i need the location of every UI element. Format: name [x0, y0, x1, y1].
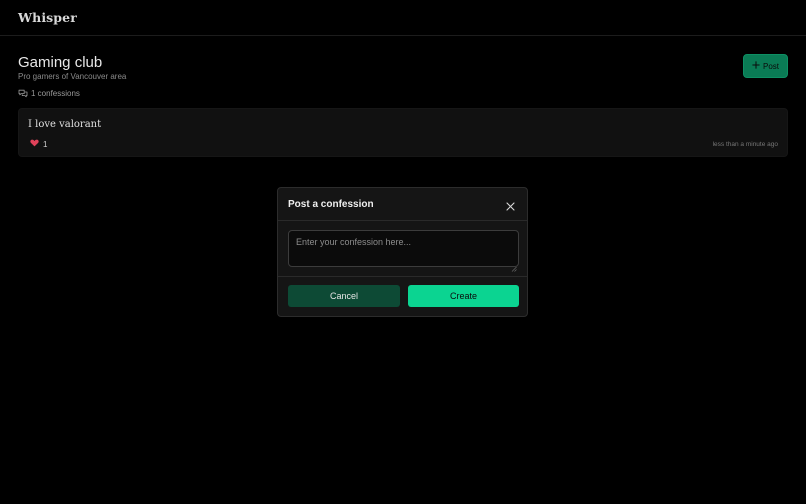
- post-button[interactable]: Post: [743, 54, 788, 78]
- close-icon[interactable]: [505, 199, 516, 211]
- like-count: 1: [43, 139, 48, 149]
- heart-icon: [30, 139, 39, 149]
- dialog-divider: [278, 276, 527, 277]
- page-title: Gaming club: [18, 54, 103, 71]
- like-button[interactable]: 1: [30, 139, 47, 149]
- app-brand[interactable]: Whisper: [18, 10, 77, 25]
- dialog-header: Post a confession: [278, 188, 527, 221]
- confession-count: 1 confessions: [18, 88, 80, 98]
- page-subtitle: Pro gamers of Vancouver area: [18, 72, 127, 81]
- plus-icon: [752, 61, 760, 71]
- confession-card: I love valorant 1 less than a minute ago: [18, 108, 788, 157]
- dialog-title: Post a confession: [288, 199, 374, 210]
- top-navbar: Whisper: [0, 0, 806, 36]
- confession-input[interactable]: [288, 230, 519, 267]
- confession-text: I love valorant: [28, 119, 102, 130]
- post-button-label: Post: [762, 61, 779, 71]
- cancel-button[interactable]: Cancel: [288, 285, 400, 307]
- post-confession-dialog: Post a confession Cancel Create: [277, 187, 528, 317]
- create-button[interactable]: Create: [408, 285, 519, 307]
- resize-handle-icon[interactable]: [511, 259, 517, 272]
- confession-timestamp: less than a minute ago: [712, 141, 778, 148]
- comments-icon: [18, 89, 28, 98]
- confession-count-label: 1 confessions: [31, 88, 80, 98]
